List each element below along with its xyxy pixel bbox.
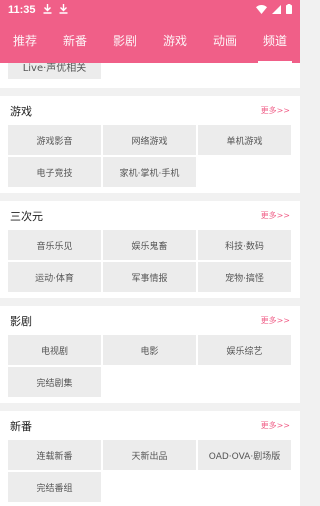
section-header: 游戏 更多>>	[8, 96, 292, 125]
section-header: 三次元 更多>>	[8, 201, 292, 230]
channel-item[interactable]: 军事情报	[103, 262, 196, 292]
tab-animation[interactable]: 动画	[200, 20, 250, 63]
more-link[interactable]: 更多>>	[261, 420, 290, 431]
section-games: 游戏 更多>> 游戏影音 网络游戏 单机游戏 电子竞技 家机·掌机·手机	[0, 96, 300, 193]
channel-item-live[interactable]: Live·声优相关	[8, 63, 101, 79]
download-icon	[59, 3, 68, 17]
tab-new-anime[interactable]: 新番	[50, 20, 100, 63]
download-icon	[43, 3, 52, 17]
channel-item[interactable]: 单机游戏	[198, 125, 291, 155]
channel-item[interactable]: 娱乐综艺	[198, 335, 291, 365]
channel-item[interactable]: OAD·OVA·剧场版	[198, 440, 291, 470]
channel-grid: 连载新番 天新出品 OAD·OVA·剧场版 完结番组	[8, 440, 292, 502]
section-film-drama: 影剧 更多>> 电视剧 电影 娱乐综艺 完结剧集	[0, 306, 300, 403]
more-link[interactable]: 更多>>	[261, 105, 290, 116]
channel-item[interactable]: 音乐乐见	[8, 230, 101, 260]
channel-item[interactable]: 电视剧	[8, 335, 101, 365]
channel-item[interactable]: 宠物·搞怪	[198, 262, 291, 292]
tab-channels[interactable]: 频道	[250, 20, 300, 63]
channel-item[interactable]: 运动·体育	[8, 262, 101, 292]
section-header: 影剧 更多>>	[8, 306, 292, 335]
channel-item[interactable]: 娱乐鬼畜	[103, 230, 196, 260]
channel-list: Live·声优相关 游戏 更多>> 游戏影音 网络游戏 单机游戏 电子竞技 家机…	[0, 63, 300, 506]
wifi-icon	[256, 4, 267, 17]
section-real-life: 三次元 更多>> 音乐乐见 娱乐鬼畜 科技·数码 运动·体育 军事情报 宠物·搞…	[0, 201, 300, 298]
channel-item[interactable]: 连载新番	[8, 440, 101, 470]
section-header: 新番 更多>>	[8, 411, 292, 440]
partial-section: Live·声优相关	[0, 63, 300, 88]
top-nav: 推荐 新番 影剧 游戏 动画 频道	[0, 20, 300, 63]
channel-item[interactable]: 完结番组	[8, 472, 101, 502]
status-right	[256, 3, 292, 17]
channel-item[interactable]: 游戏影音	[8, 125, 101, 155]
status-time: 11:35	[8, 4, 36, 16]
channel-grid: 电视剧 电影 娱乐综艺 完结剧集	[8, 335, 292, 397]
channel-grid: 音乐乐见 娱乐鬼畜 科技·数码 运动·体育 军事情报 宠物·搞怪	[8, 230, 292, 292]
status-bar: 11:35	[0, 0, 300, 20]
section-new-anime: 新番 更多>> 连载新番 天新出品 OAD·OVA·剧场版 完结番组	[0, 411, 300, 506]
tab-games[interactable]: 游戏	[150, 20, 200, 63]
section-title: 游戏	[10, 104, 32, 118]
section-title: 影剧	[10, 314, 32, 328]
status-left: 11:35	[8, 3, 68, 17]
section-title: 新番	[10, 419, 32, 433]
more-link[interactable]: 更多>>	[261, 315, 290, 326]
more-link[interactable]: 更多>>	[261, 210, 290, 221]
tab-recommend[interactable]: 推荐	[0, 20, 50, 63]
channel-grid: 游戏影音 网络游戏 单机游戏 电子竞技 家机·掌机·手机	[8, 125, 292, 187]
channel-item[interactable]: 天新出品	[103, 440, 196, 470]
channel-item[interactable]: 家机·掌机·手机	[103, 157, 196, 187]
channel-item[interactable]: 科技·数码	[198, 230, 291, 260]
signal-icon	[272, 4, 281, 17]
section-title: 三次元	[10, 209, 43, 223]
channel-item[interactable]: 电影	[103, 335, 196, 365]
tab-film-drama[interactable]: 影剧	[100, 20, 150, 63]
channel-item[interactable]: 网络游戏	[103, 125, 196, 155]
channel-item[interactable]: 完结剧集	[8, 367, 101, 397]
channel-item[interactable]: 电子竞技	[8, 157, 101, 187]
battery-icon	[286, 3, 292, 17]
